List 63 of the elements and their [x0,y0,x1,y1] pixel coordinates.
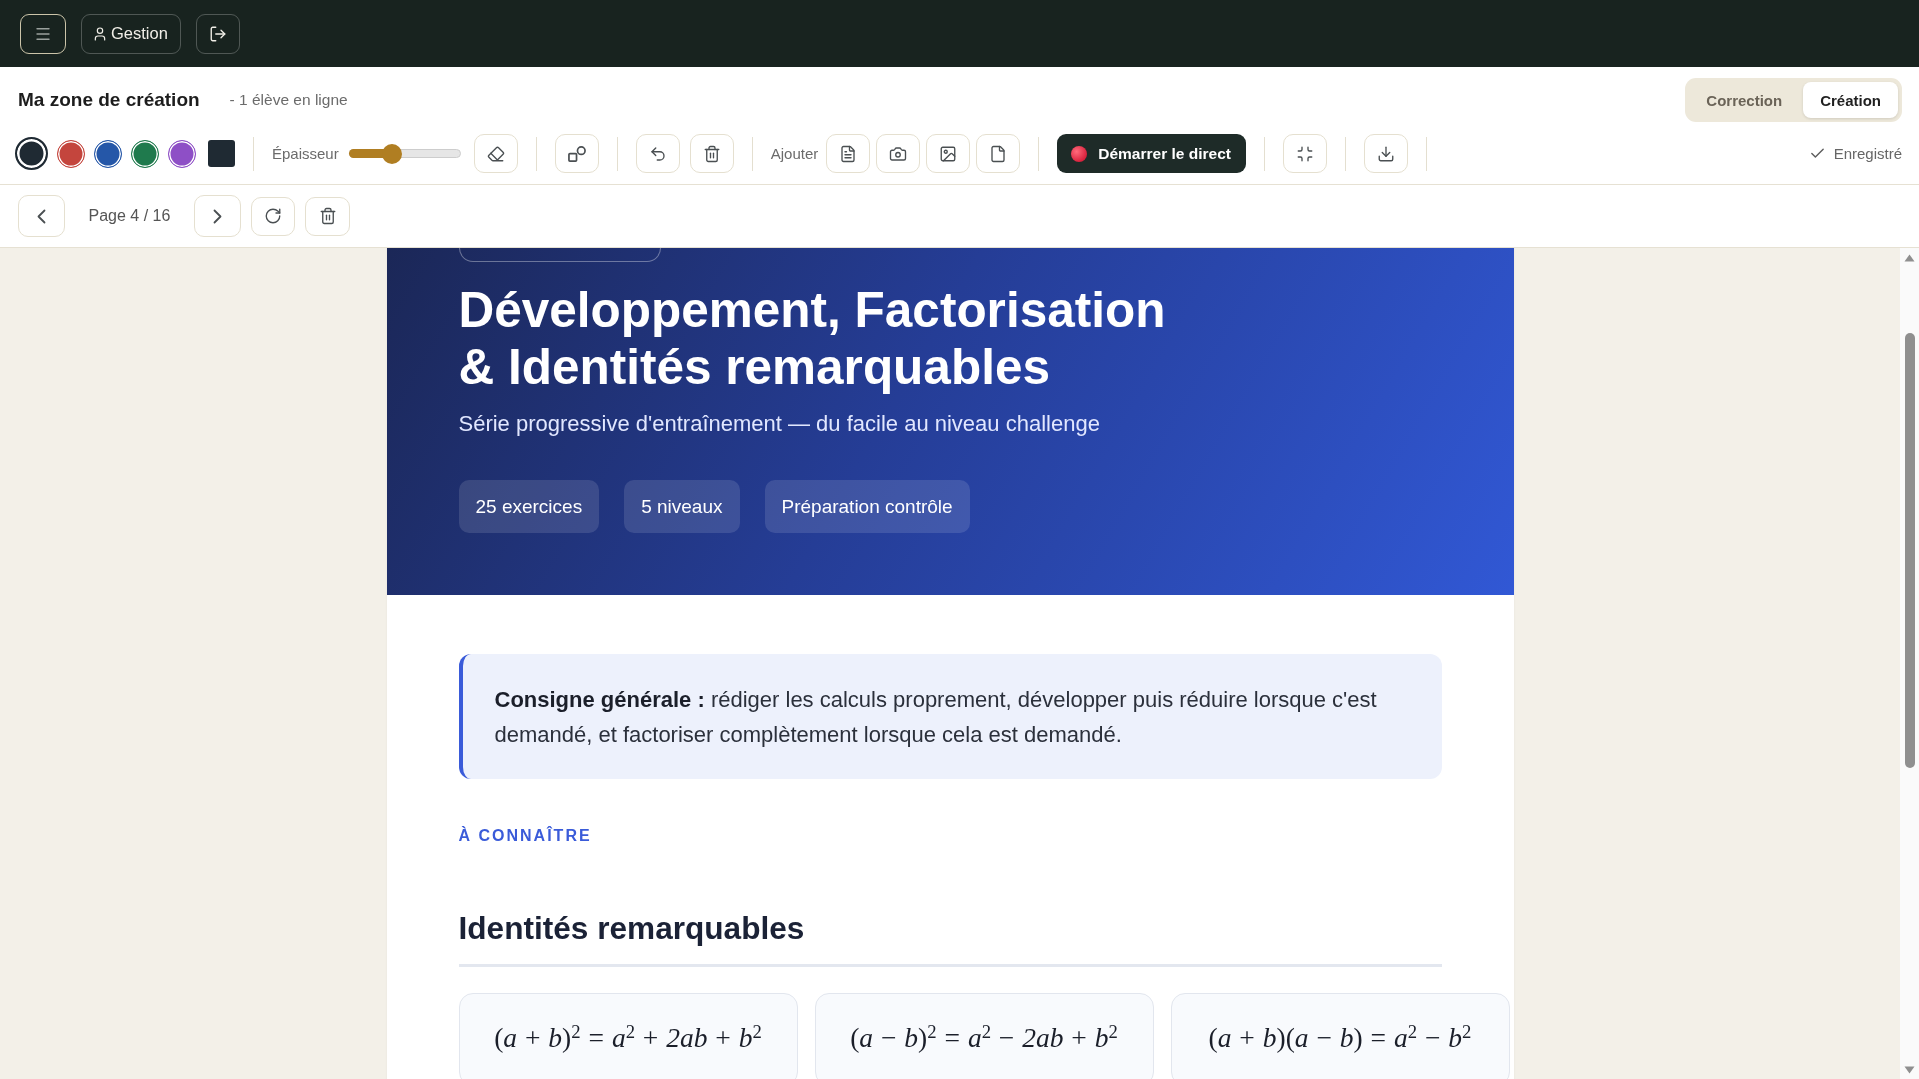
mode-tab[interactable]: Correction [1689,82,1800,118]
refresh-icon [264,207,283,225]
shapes-button[interactable] [554,134,599,173]
add-photo-button[interactable] [876,134,921,173]
add-image-button[interactable] [926,134,971,173]
section-heading: Identités remarquables [458,909,806,948]
user-icon [92,25,108,42]
thickness-label: Épaisseur [272,145,339,162]
chevron-left-icon [36,208,46,224]
menu-button[interactable] [20,13,66,54]
thickness-slider[interactable] [348,143,461,164]
online-status: - 1 élève en ligne [229,91,348,109]
tag-chip: 5 niveaux [624,480,740,533]
delete-button[interactable] [689,134,734,173]
color-swatch[interactable] [57,139,85,168]
trash-icon [318,207,337,225]
start-live-button[interactable]: Démarrer le direct [1057,134,1246,173]
eraser-button[interactable] [473,134,518,173]
chevron-right-icon [213,208,223,224]
scroll-up-icon[interactable] [1904,254,1915,262]
save-status: Enregistré [1833,145,1902,162]
color-swatch[interactable] [131,139,159,168]
eraser-icon [486,144,505,163]
download-button[interactable] [1363,134,1408,173]
add-document-button[interactable] [826,134,871,173]
delete-page-button[interactable] [305,196,350,236]
account-button[interactable]: Gestion [81,13,181,54]
scroll-down-icon[interactable] [1904,1066,1915,1074]
document-icon [839,144,858,163]
record-dot-icon [1071,145,1088,162]
color-swatch[interactable] [94,139,122,168]
zone-title: Ma zone de création [18,89,200,111]
tag-chip: 25 exercices [458,480,600,533]
formula-text: (a + b)(a − b) = a$^{2}$ − b$^{2}$ [1208,1020,1472,1055]
image-icon [939,144,958,163]
add-label: Ajouter [770,145,819,162]
tag-chip: Préparation contrôle [764,480,970,533]
square-swatch[interactable] [208,140,235,167]
section-label: À CONNAÎTRE [458,826,593,846]
scrollbar-thumb[interactable] [1904,333,1915,768]
download-icon [1376,144,1395,163]
logout-icon [208,24,227,43]
page-indicator: Page 4 / 16 [88,207,171,225]
trash-icon [702,144,721,163]
mode-tab[interactable]: Création [1803,82,1898,118]
file-icon [989,144,1008,163]
color-swatch[interactable] [168,139,196,168]
document-title: Développement, Factorisation & Identités remarquables [458,281,1167,395]
color-swatch[interactable] [15,137,48,170]
undo-icon [648,144,667,163]
slider-thumb[interactable] [382,143,403,164]
formula-text: (a − b)$^{2}$ = a$^{2}$ − 2ab + b$^{2}$ [850,1020,1118,1055]
add-page-button[interactable] [976,134,1021,173]
square-circle-icon [567,144,586,163]
undo-button[interactable] [635,134,680,173]
camera-icon [889,144,908,163]
instruction-text: Consigne générale : rédiger les calculs proprement, développer puis réduire lorsque c'est demandé, et factoriser complètement lorsque cela est demandé. [494,685,1378,749]
minimize-icon [1295,144,1314,163]
minimize-button[interactable] [1282,134,1327,173]
refresh-button[interactable] [250,196,296,236]
document-subtitle: Série progressive d'entraînement — du facile au niveau challenge [458,410,1101,438]
formula-text: (a + b)$^{2}$ = a$^{2}$ + 2ab + b$^{2}$ [494,1020,762,1055]
logout-button[interactable] [195,13,240,54]
